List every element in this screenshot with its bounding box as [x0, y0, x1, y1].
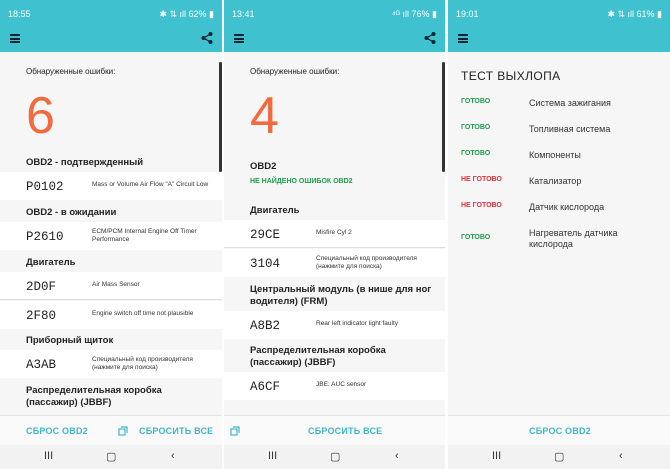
- dtc-row[interactable]: P0102 Mass or Volume Air Flow "A" Circui…: [0, 172, 222, 200]
- section-title: Двигатель: [250, 205, 300, 216]
- readiness-component: Система зажигания: [529, 98, 611, 108]
- app-bar: [0, 26, 222, 52]
- menu-icon[interactable]: [234, 34, 244, 43]
- screen-2: 13:41 ⁴ᴳ ıll 76% ▮ Обнаруженные ошибки: …: [224, 0, 445, 469]
- status-bar: 18:55 ✱ ⇅ ıll 62% ▮: [0, 0, 222, 26]
- dtc-code: 29CE: [250, 228, 281, 242]
- readiness-status: ГОТОВО: [461, 234, 491, 241]
- readiness-status: ГОТОВО: [461, 98, 491, 105]
- menu-icon[interactable]: [458, 34, 468, 43]
- dtc-row[interactable]: 2D0F Air Mass Sensor: [0, 272, 222, 300]
- dtc-code: 3104: [250, 257, 281, 271]
- reset-all-button[interactable]: СБРОСИТЬ ВСЕ: [308, 426, 382, 436]
- dtc-description: Air Mass Sensor: [92, 281, 140, 288]
- app-bar: [448, 26, 670, 52]
- readiness-status: НЕ ГОТОВО: [461, 176, 502, 183]
- dtc-row[interactable]: 29CE Misfire Cyl 2: [224, 220, 445, 248]
- recent-apps-button[interactable]: III: [268, 450, 277, 462]
- screen-1: 18:55 ✱ ⇅ ıll 62% ▮ Обнаруженные ошибки:…: [0, 0, 222, 469]
- dtc-code: P0102: [26, 180, 64, 194]
- section-title: OBD2 - подтвержденный: [26, 157, 144, 168]
- share-icon[interactable]: [423, 31, 437, 45]
- reset-obd2-button[interactable]: СБРОС OBD2: [26, 426, 88, 436]
- section-title: Двигатель: [26, 257, 76, 268]
- section-title: Приборный щиток: [26, 335, 114, 346]
- dtc-description: Mass or Volume Air Flow "A" Circuit Low: [92, 181, 209, 188]
- action-bar: СБРОС OBD2: [448, 415, 670, 445]
- menu-icon[interactable]: [10, 34, 20, 43]
- readiness-component: Нагреватель датчика кислорода: [529, 228, 618, 249]
- status-time: 13:41: [232, 9, 255, 19]
- dtc-code: 2D0F: [26, 280, 57, 294]
- emission-test-title: ТЕСТ ВЫХЛОПА: [461, 69, 561, 83]
- scroll-indicator[interactable]: [442, 62, 445, 172]
- dtc-code: A3AB: [26, 358, 57, 372]
- app-bar: [224, 26, 445, 52]
- section-title: Распределительная коробка (пассажир) (JB…: [26, 385, 162, 408]
- no-obd2-errors-label: НЕ НАЙДЕНО ОШИБОК OBD2: [250, 178, 353, 185]
- dtc-row[interactable]: A8B2 Rear left indicator light faulty: [224, 311, 445, 339]
- status-time: 18:55: [8, 9, 31, 19]
- section-title: Распределительная коробка (пассажир) (JB…: [250, 345, 386, 368]
- status-icons: ✱ ⇅ ıll 62% ▮: [159, 9, 214, 19]
- status-time: 19:01: [456, 9, 479, 19]
- back-button[interactable]: ‹: [171, 450, 175, 462]
- dtc-code: 2F80: [26, 309, 57, 323]
- dtc-description: Engine switch off time not plausible: [92, 310, 194, 317]
- readiness-status: ГОТОВО: [461, 124, 491, 131]
- readiness-component: Топливная система: [529, 124, 611, 134]
- section-title: OBD2 - в ожидании: [26, 207, 117, 218]
- back-button[interactable]: ‹: [619, 450, 623, 462]
- home-button[interactable]: ▢: [106, 450, 116, 463]
- recent-apps-button[interactable]: III: [44, 450, 53, 462]
- clear-icon[interactable]: [118, 426, 128, 436]
- nav-bar: III ▢ ‹: [0, 445, 222, 469]
- obd2-title: OBD2: [250, 161, 277, 172]
- readiness-component: Катализатор: [529, 176, 582, 186]
- readiness-component: Компоненты: [529, 150, 581, 160]
- scroll-indicator[interactable]: [219, 62, 222, 172]
- found-errors-label: Обнаруженные ошибки:: [26, 67, 116, 76]
- status-bar: 19:01 ✱ ⇅ ıll 61% ▮: [448, 0, 670, 26]
- back-button[interactable]: ‹: [395, 450, 399, 462]
- dtc-row[interactable]: P2610 ECM/PCM Internal Engine Off Timer …: [0, 222, 222, 250]
- nav-bar: III ▢ ‹: [448, 445, 670, 469]
- action-bar: СБРОС OBD2 СБРОСИТЬ ВСЕ: [0, 415, 222, 445]
- share-icon[interactable]: [200, 31, 214, 45]
- clear-icon[interactable]: [230, 426, 240, 436]
- dtc-description: Специальный код производителя (нажмите д…: [92, 356, 193, 371]
- dtc-code: A6CF: [250, 380, 281, 394]
- screen-3: 19:01 ✱ ⇅ ıll 61% ▮ ТЕСТ ВЫХЛОПА ГОТОВО …: [448, 0, 670, 469]
- dtc-description: Rear left indicator light faulty: [316, 320, 399, 327]
- dtc-description: Специальный код производителя (нажмите д…: [316, 255, 417, 270]
- status-icons: ✱ ⇅ ıll 61% ▮: [607, 9, 662, 19]
- error-count: 6: [26, 87, 55, 145]
- dtc-row[interactable]: 3104 Специальный код производителя (нажм…: [224, 249, 445, 277]
- recent-apps-button[interactable]: III: [492, 450, 501, 462]
- dtc-description: Misfire Cyl 2: [316, 229, 352, 236]
- status-bar: 13:41 ⁴ᴳ ıll 76% ▮: [224, 0, 445, 26]
- home-button[interactable]: ▢: [330, 450, 340, 463]
- readiness-status: НЕ ГОТОВО: [461, 202, 502, 209]
- status-icons: ⁴ᴳ ıll 76% ▮: [391, 9, 437, 19]
- dtc-description: JBE: AUC sensor: [316, 381, 367, 388]
- action-bar: СБРОСИТЬ ВСЕ: [224, 415, 445, 445]
- found-errors-label: Обнаруженные ошибки:: [250, 67, 340, 76]
- section-title: Центральный модуль (в нише для ног водит…: [250, 284, 432, 307]
- reset-obd2-button[interactable]: СБРОС OBD2: [529, 426, 591, 436]
- dtc-row[interactable]: 2F80 Engine switch off time not plausibl…: [0, 301, 222, 329]
- dtc-description: ECM/PCM Internal Engine Off Timer Perfor…: [92, 228, 197, 243]
- dtc-code: P2610: [26, 230, 64, 244]
- error-count: 4: [250, 87, 279, 145]
- nav-bar: III ▢ ‹: [224, 445, 445, 469]
- readiness-component: Датчик кислорода: [529, 202, 605, 212]
- readiness-status: ГОТОВО: [461, 150, 491, 157]
- home-button[interactable]: ▢: [554, 450, 564, 463]
- dtc-row[interactable]: A3AB Специальный код производителя (нажм…: [0, 350, 222, 378]
- dtc-row[interactable]: A6CF JBE: AUC sensor: [224, 372, 445, 400]
- reset-all-button[interactable]: СБРОСИТЬ ВСЕ: [139, 426, 213, 436]
- dtc-code: A8B2: [250, 319, 281, 333]
